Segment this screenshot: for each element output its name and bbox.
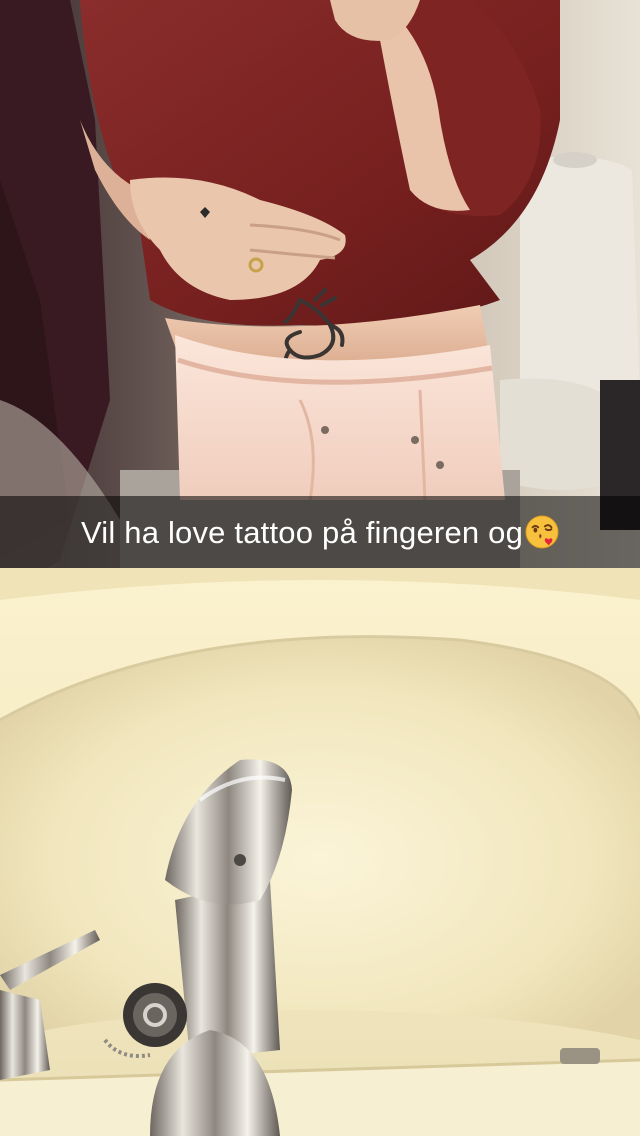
caption-bar[interactable]: Vil ha love tattoo på fingeren og (0, 496, 640, 568)
mirror-selfie-photo (0, 0, 640, 1136)
caption-label: Vil ha love tattoo på fingeren og (80, 515, 524, 550)
caption-text: Vil ha love tattoo på fingeren og (81, 515, 559, 549)
snapchat-snap-view: Vil ha love tattoo på fingeren og (0, 0, 640, 1136)
face-throwing-kiss-icon (525, 515, 559, 549)
